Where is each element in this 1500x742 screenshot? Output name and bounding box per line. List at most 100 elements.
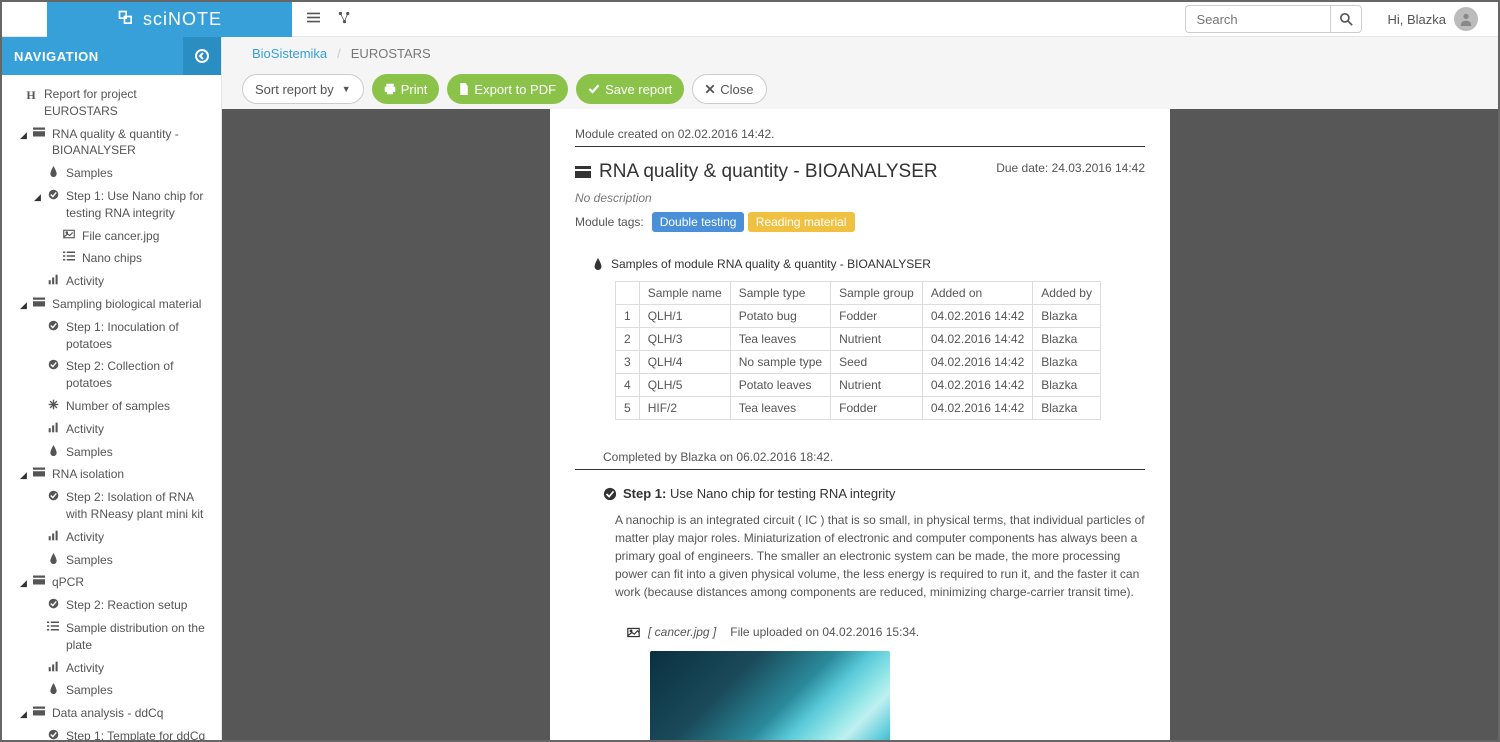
circle-icon xyxy=(46,490,60,501)
file-name: [ cancer.jpg ] xyxy=(648,625,716,639)
nav-item[interactable]: Step 1: Template for ddCq analysis xyxy=(2,725,221,742)
nav-item[interactable]: ◢Sampling biological material xyxy=(2,293,221,316)
nav-item[interactable]: File cancer.jpg xyxy=(2,225,221,248)
image-icon xyxy=(627,627,640,638)
circle-icon xyxy=(46,598,60,609)
nav-item[interactable]: Samples xyxy=(2,549,221,572)
report-page: Module created on 02.02.2016 14:42. Go t… xyxy=(550,109,1170,742)
nav-item-label: Report for project EUROSTARS xyxy=(44,86,213,120)
nav-item[interactable]: Step 2: Collection of potatoes xyxy=(2,355,221,395)
breadcrumb-separator: / xyxy=(337,46,341,61)
step-completed: Completed by Blazka on 06.02.2016 18:42. xyxy=(603,450,833,464)
circle-icon xyxy=(46,729,60,740)
circle-icon xyxy=(46,320,60,331)
table-row: 5HIF/2Tea leavesFodder04.02.2016 14:42Bl… xyxy=(616,397,1101,420)
credit-icon xyxy=(32,467,46,477)
user-menu[interactable]: Hi, Blazka xyxy=(1387,7,1478,31)
breadcrumb-org[interactable]: BioSistemika xyxy=(252,46,327,61)
nav-item[interactable]: H Report for project EUROSTARS xyxy=(2,83,221,123)
nav-item[interactable]: Nano chips xyxy=(2,247,221,270)
nav-tree: H Report for project EUROSTARS◢RNA qualit… xyxy=(2,75,221,742)
module-description: No description xyxy=(575,191,1145,205)
sidebar: NAVIGATION H Report for project EUROSTARS… xyxy=(2,37,222,742)
credit-icon xyxy=(32,575,46,585)
nav-item[interactable]: ◢RNA quality & quantity - BIOANALYSER xyxy=(2,123,221,163)
circle-icon xyxy=(46,189,60,200)
nav-title: NAVIGATION xyxy=(14,49,99,64)
graph-icon[interactable] xyxy=(338,11,351,27)
nav-item[interactable]: ◢RNA isolation xyxy=(2,463,221,486)
table-header: Sample type xyxy=(730,282,830,305)
nav-item[interactable]: Sample distribution on the plate xyxy=(2,617,221,657)
nav-item[interactable]: Samples xyxy=(2,441,221,464)
nav-item-label: Step 2: Collection of potatoes xyxy=(66,358,213,392)
nav-header: NAVIGATION xyxy=(2,37,221,75)
print-icon xyxy=(384,83,396,95)
module-created: Module created on 02.02.2016 14:42. xyxy=(575,127,775,141)
check-circle-icon xyxy=(603,487,617,501)
save-button[interactable]: Save report xyxy=(576,74,684,104)
caret-icon: ◢ xyxy=(20,129,28,142)
file-icon xyxy=(459,83,469,95)
nav-item-label: Samples xyxy=(66,552,113,569)
H-icon: H xyxy=(24,87,38,104)
close-button[interactable]: Close xyxy=(692,74,766,104)
table-header: Sample group xyxy=(831,282,923,305)
nav-item[interactable]: Activity xyxy=(2,418,221,441)
caret-icon: ◢ xyxy=(20,469,28,482)
nav-item-label: Activity xyxy=(66,421,104,438)
sort-button[interactable]: Sort report by▼ xyxy=(242,74,364,104)
nav-item[interactable]: Step 2: Isolation of RNA with RNeasy pla… xyxy=(2,486,221,526)
list-icon xyxy=(46,621,60,631)
breadcrumb: BioSistemika / EUROSTARS xyxy=(222,37,1498,69)
breadcrumb-project: EUROSTARS xyxy=(351,46,431,61)
export-button[interactable]: Export to PDF xyxy=(447,74,568,104)
nav-item[interactable]: Samples xyxy=(2,679,221,702)
nav-item-label: Activity xyxy=(66,273,104,290)
nav-item-label: Nano chips xyxy=(82,250,142,267)
module-tags: Module tags: Double testing Reading mate… xyxy=(575,215,1145,229)
table-row: 1QLH/1Potato bugFodder04.02.2016 14:42Bl… xyxy=(616,305,1101,328)
menu-icon[interactable] xyxy=(307,11,320,27)
chevron-left-icon xyxy=(194,48,210,64)
table-header: Added by xyxy=(1033,282,1101,305)
nav-item[interactable]: ◢Step 1: Use Nano chip for testing RNA i… xyxy=(2,185,221,225)
print-button[interactable]: Print xyxy=(372,74,440,104)
credit-icon xyxy=(32,706,46,716)
list-icon xyxy=(62,251,76,261)
tag: Double testing xyxy=(652,212,745,232)
nav-item-label: Number of samples xyxy=(66,398,170,415)
nav-item[interactable]: Step 1: Inoculation of potatoes xyxy=(2,316,221,356)
caret-down-icon: ▼ xyxy=(342,84,351,94)
nav-item-label: Step 1: Use Nano chip for testing RNA in… xyxy=(66,188,213,222)
nav-item-label: Step 1: Inoculation of potatoes xyxy=(66,319,213,353)
step-title: Step 1: Use Nano chip for testing RNA in… xyxy=(575,486,1145,501)
tint-icon xyxy=(46,553,60,564)
search-input[interactable] xyxy=(1185,5,1330,33)
tint-icon xyxy=(593,258,603,270)
toolbar: Sort report by▼ Print Export to PDF Save… xyxy=(222,69,1498,109)
nav-item[interactable]: Samples xyxy=(2,162,221,185)
nav-item[interactable]: Activity xyxy=(2,657,221,680)
nav-item[interactable]: ◢Data analysis - ddCq xyxy=(2,702,221,725)
search-button[interactable] xyxy=(1330,5,1362,33)
file-image xyxy=(650,651,890,742)
nav-item-label: Step 1: Template for ddCq analysis xyxy=(66,728,213,742)
nav-collapse-button[interactable] xyxy=(183,37,221,75)
tag: Reading material xyxy=(748,212,855,232)
nav-item[interactable]: Number of samples xyxy=(2,395,221,418)
nav-item[interactable]: Step 2: Reaction setup xyxy=(2,594,221,617)
tint-icon xyxy=(46,166,60,177)
nav-item-label: Samples xyxy=(66,444,113,461)
nav-item[interactable]: Activity xyxy=(2,270,221,293)
table-header: Sample name xyxy=(639,282,730,305)
nav-item[interactable]: Activity xyxy=(2,526,221,549)
logo[interactable]: sciNOTE xyxy=(47,2,292,37)
table-header: Added on xyxy=(922,282,1032,305)
nav-item-label: Samples xyxy=(66,165,113,182)
logo-icon xyxy=(117,9,137,29)
report-area: Module created on 02.02.2016 14:42. Go t… xyxy=(222,109,1498,742)
check-icon xyxy=(588,83,600,95)
nav-item[interactable]: ◢qPCR xyxy=(2,571,221,594)
nav-item-label: Samples xyxy=(66,682,113,699)
